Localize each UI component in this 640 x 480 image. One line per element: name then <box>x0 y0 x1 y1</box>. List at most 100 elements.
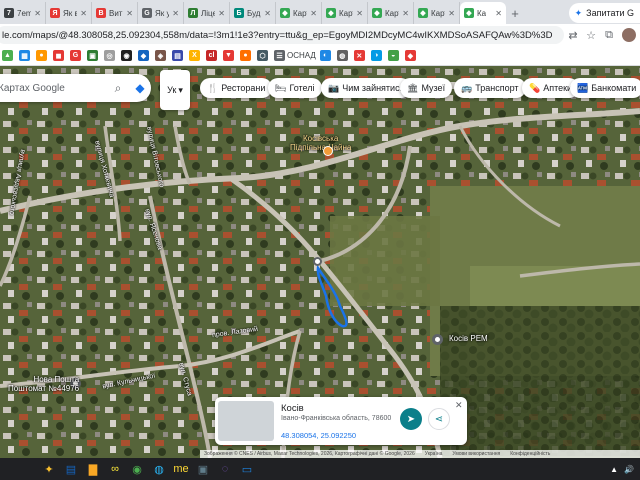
tab-0[interactable]: 77emin✕ <box>0 2 46 24</box>
bookmark-item[interactable]: ☰ ОСНАД <box>274 49 316 63</box>
url-field[interactable]: le.com/maps/@48.308058,25.092304,558m/da… <box>0 26 564 44</box>
directions-icon[interactable]: ➤ <box>400 408 422 430</box>
chevron-down-icon: ▾ <box>178 84 183 95</box>
place-label-nova-poshta[interactable]: Нова Пошта Поштомат №44976 <box>8 375 79 393</box>
tab-close-icon[interactable]: ✕ <box>126 9 133 18</box>
tray-icon[interactable]: ▲ <box>610 465 618 474</box>
tab-6[interactable]: ◆Карти✕ <box>276 2 322 24</box>
bookmark-item[interactable]: ● <box>36 49 49 63</box>
tab-close-icon[interactable]: ✕ <box>80 9 87 18</box>
new-tab-button[interactable]: + <box>506 2 524 24</box>
attribution-item[interactable]: Умови використання <box>452 451 500 457</box>
tab-close-icon[interactable]: ✕ <box>218 9 225 18</box>
bookmark-item[interactable]: ✕ <box>353 49 367 63</box>
translate-icon[interactable]: ⇄ <box>564 26 582 44</box>
tab-close-icon[interactable]: ✕ <box>34 9 41 18</box>
tab-1[interactable]: ЯЯк від✕ <box>46 2 92 24</box>
chip-6[interactable]: 🏧 Банкомати <box>570 78 640 98</box>
bookmark-item[interactable]: ◎ <box>104 49 117 63</box>
tab-favicon-icon: ◆ <box>326 8 336 18</box>
bookmark-favicon-icon: ● <box>240 50 251 61</box>
bookmark-item[interactable]: ◒ <box>387 49 401 63</box>
bookmark-item[interactable]: ◐ <box>319 49 333 63</box>
bookmark-item[interactable]: ▣ <box>87 49 100 63</box>
bookmark-item[interactable]: ◆ <box>404 49 418 63</box>
bookmark-item[interactable]: X <box>189 49 202 63</box>
tab-2[interactable]: ВВитрат✕ <box>92 2 138 24</box>
extensions-icon[interactable]: ⧉ <box>600 26 618 44</box>
chip-4[interactable]: 🚌 Транспорт <box>454 78 526 98</box>
tab-7[interactable]: ◆Карти✕ <box>322 2 368 24</box>
taskbar-chrome-icon[interactable]: ◉ <box>126 459 148 479</box>
language-select[interactable]: Ук ▾ <box>160 70 190 110</box>
bookmark-item[interactable]: ◉ <box>121 49 134 63</box>
tab-close-icon[interactable]: ✕ <box>310 9 317 18</box>
cafe-marker-icon[interactable] <box>323 146 333 156</box>
taskbar-viber-icon[interactable]: ◌ <box>214 459 236 479</box>
tab-label: Карти <box>385 8 399 18</box>
bookmark-item[interactable]: ◑ <box>370 49 384 63</box>
bookmark-item[interactable]: ▲ <box>2 49 15 63</box>
bookmark-item[interactable]: ◆ <box>138 49 151 63</box>
bookmark-favicon-icon: ✕ <box>353 50 365 61</box>
ask-gemini-button[interactable]: ✦ Запитати G <box>568 3 640 23</box>
bookmark-item[interactable]: ⬡ <box>257 49 270 63</box>
taskbar-infinity-icon[interactable]: ∞ <box>104 459 126 479</box>
taskbar-explorer-icon[interactable]: ▇ <box>82 459 104 479</box>
place-label-cafe[interactable]: Косівська Підпільна Чайна <box>290 134 351 152</box>
place-thumbnail[interactable] <box>218 401 274 441</box>
taskbar-tv-icon[interactable]: ▭ <box>236 459 258 479</box>
tab-close-icon[interactable]: ✕ <box>356 9 363 18</box>
tab-5[interactable]: ББудин✕ <box>230 2 276 24</box>
bookmark-item[interactable]: ◈ <box>155 49 168 63</box>
place-coordinates[interactable]: 48.308054, 25.092250 <box>281 431 356 440</box>
taskbar-outlook-icon[interactable]: ▤ <box>60 459 82 479</box>
search-box[interactable]: Картах Google ⌕ ◆ <box>0 74 151 102</box>
bookmark-favicon-icon: ☰ <box>274 50 285 61</box>
bookmark-item[interactable]: ◼ <box>53 49 66 63</box>
location-pin-icon[interactable] <box>313 257 322 266</box>
bookmarks-bar: ▲ ▦ ● ◼ G ▣ ◎ ◉ ◆ ◈ ▤ Xcl ▼ ● ⬡ ☰ ОСНАД ◐ ◍ ✕ ◑ ◒ ◆ <box>0 46 640 66</box>
tab-close-icon[interactable]: ✕ <box>448 9 455 18</box>
taskbar-edge-icon[interactable]: ◍ <box>148 459 170 479</box>
bookmark-item[interactable]: cl <box>206 49 219 63</box>
attribution-item[interactable]: Конфіденційність <box>510 451 550 457</box>
bookmark-item[interactable]: ▦ <box>19 49 32 63</box>
chip-0[interactable]: 🍴 Ресторани <box>200 78 273 98</box>
bookmark-item[interactable]: ▤ <box>172 49 185 63</box>
tab-close-icon[interactable]: ✕ <box>495 9 502 18</box>
bookmark-item[interactable]: ● <box>240 49 253 63</box>
map-canvas[interactable]: Картах Google ⌕ ◆ Ук ▾ 🍴 Ресторани 🛏 Готелі… <box>0 66 640 458</box>
taskbar-app-icon[interactable]: ▣ <box>192 459 214 479</box>
directions-icon[interactable]: ◆ <box>129 81 151 95</box>
bookmark-favicon-icon: ◑ <box>370 50 382 61</box>
taskbar-me-icon[interactable]: me <box>170 459 192 479</box>
search-input[interactable]: Картах Google <box>0 83 107 94</box>
place-info-card[interactable]: Косів Івано-Франківська область, 78600 4… <box>215 397 467 445</box>
tab-10[interactable]: ◆ Ка ✕ <box>460 2 506 24</box>
tab-close-icon[interactable]: ✕ <box>172 9 179 18</box>
search-icon[interactable]: ⌕ <box>107 81 129 96</box>
chip-label: Музеї <box>421 83 446 93</box>
tab-4[interactable]: ЛЛіценз✕ <box>184 2 230 24</box>
tab-8[interactable]: ◆Карти✕ <box>368 2 414 24</box>
place-label-rem[interactable]: Косів РЕМ <box>449 334 488 343</box>
bookmark-item[interactable]: G <box>70 49 83 63</box>
share-icon[interactable]: ⋖ <box>428 408 450 430</box>
tab-3[interactable]: GЯк у п✕ <box>138 2 184 24</box>
avatar[interactable] <box>622 28 636 42</box>
attribution-item[interactable]: Україна <box>425 451 443 457</box>
close-icon[interactable]: ✕ <box>455 400 463 411</box>
chip-1[interactable]: 🛏 Готелі <box>268 78 322 98</box>
tray-icon[interactable]: 🔊 <box>624 465 634 474</box>
chip-3[interactable]: 🏛 Музеї <box>400 78 453 98</box>
rem-marker-icon[interactable] <box>432 334 443 345</box>
taskbar-widgets-icon[interactable]: ✦ <box>38 459 60 479</box>
bookmark-star-icon[interactable]: ☆ <box>582 26 600 44</box>
chip-2[interactable]: 📷 Чим зайнятися <box>321 78 412 98</box>
tab-close-icon[interactable]: ✕ <box>402 9 409 18</box>
tab-close-icon[interactable]: ✕ <box>264 9 271 18</box>
bookmark-item[interactable]: ▼ <box>223 49 236 63</box>
tab-9[interactable]: ◆Карти✕ <box>414 2 460 24</box>
bookmark-item[interactable]: ◍ <box>336 49 350 63</box>
